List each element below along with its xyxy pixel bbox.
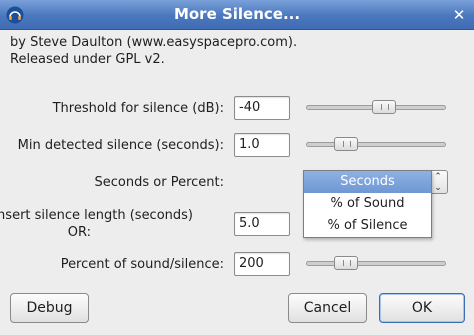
insert-length-or-label: OR: xyxy=(67,225,91,240)
slider-thumb[interactable] xyxy=(372,100,397,114)
cancel-button[interactable]: Cancel xyxy=(288,293,367,323)
min-silence-input[interactable]: 1.0 xyxy=(234,133,290,157)
min-silence-slider[interactable] xyxy=(306,136,446,154)
percent-slider[interactable] xyxy=(306,255,446,273)
credit-author: by Steve Daulton (www.easyspacepro.com). xyxy=(10,35,298,50)
ok-button[interactable]: OK xyxy=(379,293,465,323)
slider-thumb[interactable] xyxy=(333,137,358,151)
chevron-up-icon: ⌃ xyxy=(434,172,442,182)
slider-track xyxy=(306,142,446,147)
title-bar: More Silence... ✕ xyxy=(0,0,474,30)
min-silence-label: Min detected silence (seconds): xyxy=(17,138,224,153)
menu-item-percent-of-silence[interactable]: % of Silence xyxy=(304,215,431,237)
mode-dropdown-menu: Seconds % of Sound % of Silence xyxy=(303,170,432,238)
chevron-down-icon: ⌄ xyxy=(434,183,442,193)
slider-thumb[interactable] xyxy=(333,256,358,270)
threshold-label: Threshold for silence (dB): xyxy=(52,101,224,116)
slider-track xyxy=(306,261,446,266)
insert-length-label: Insert silence length (seconds) xyxy=(0,208,193,223)
percent-label: Percent of sound/silence: xyxy=(60,257,224,272)
mode-label: Seconds or Percent: xyxy=(94,175,224,190)
insert-length-input[interactable]: 5.0 xyxy=(234,212,290,236)
menu-item-percent-of-sound[interactable]: % of Sound xyxy=(304,193,431,215)
debug-button[interactable]: Debug xyxy=(10,293,89,323)
threshold-input[interactable]: -40 xyxy=(234,96,290,120)
menu-item-seconds[interactable]: Seconds xyxy=(304,171,431,193)
percent-input[interactable]: 200 xyxy=(234,252,290,276)
close-icon[interactable]: ✕ xyxy=(450,6,468,24)
credit-license: Released under GPL v2. xyxy=(10,52,165,67)
window-title: More Silence... xyxy=(173,5,301,23)
threshold-slider[interactable] xyxy=(306,99,446,117)
